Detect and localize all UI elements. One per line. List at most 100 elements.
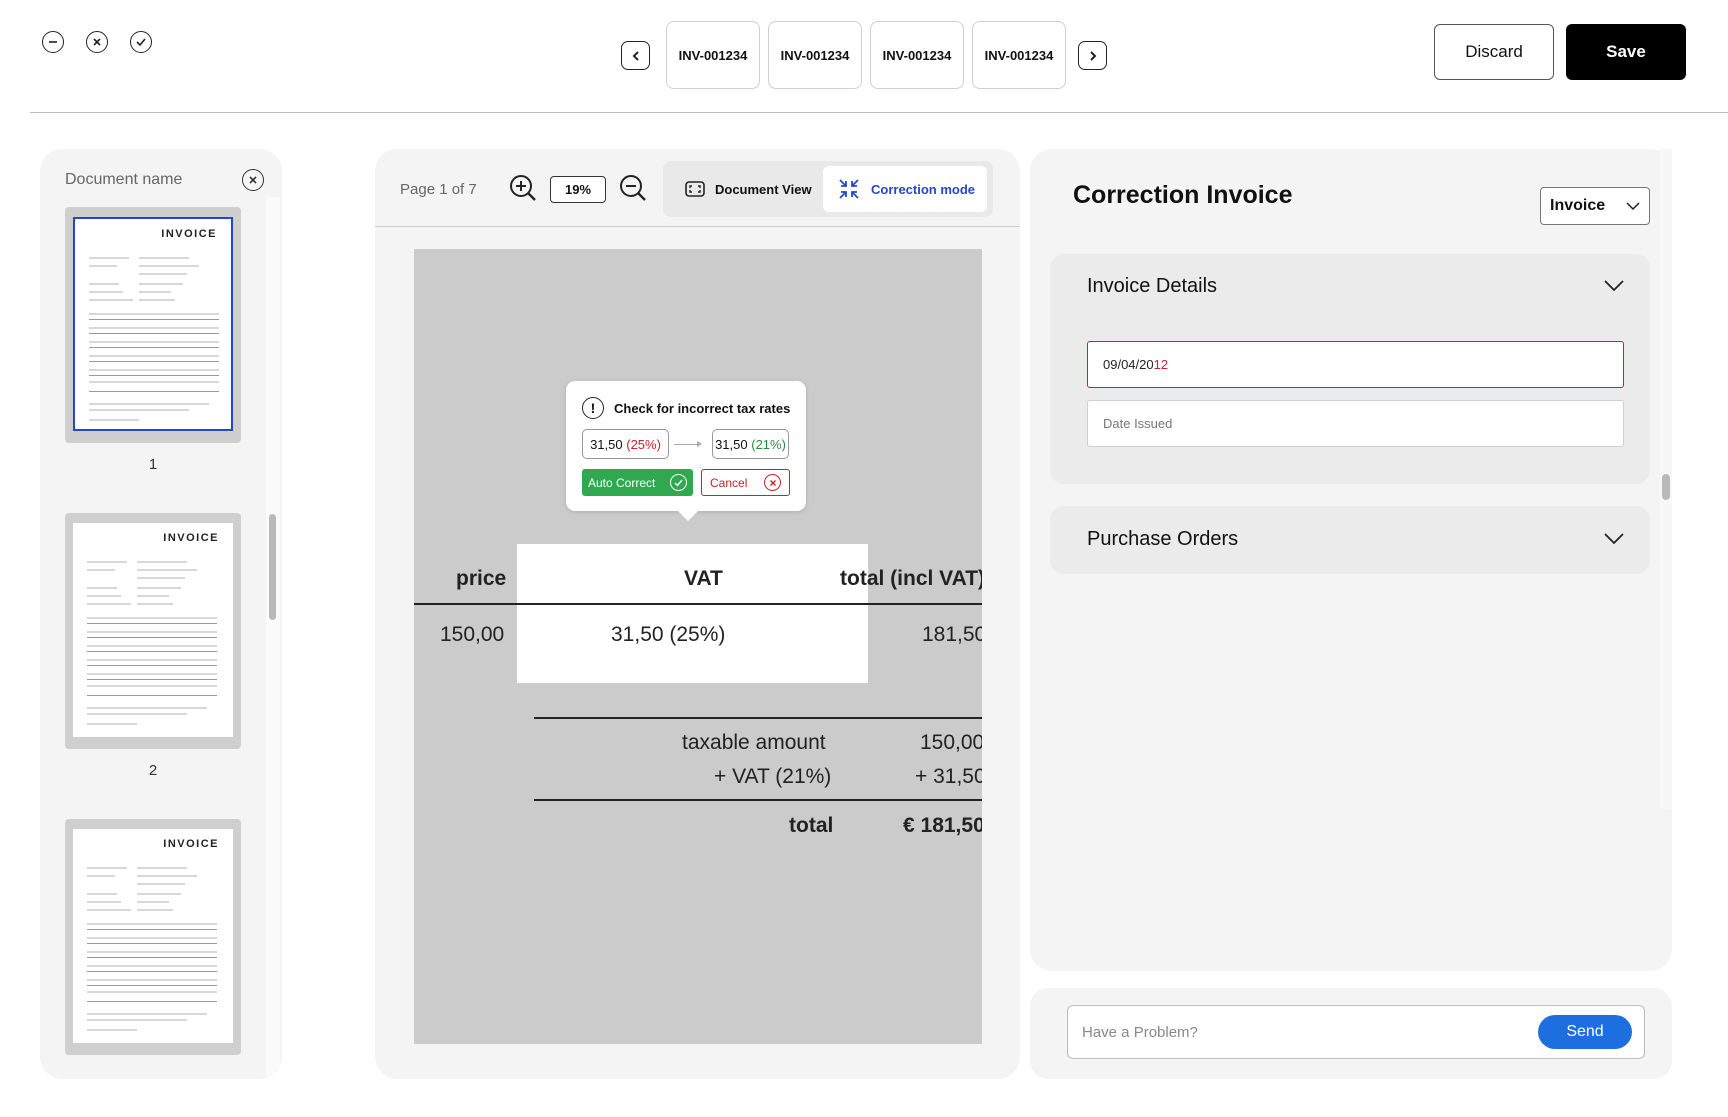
close-icon[interactable]: [86, 31, 108, 53]
corrected-rate: (21%): [751, 436, 786, 452]
view-mode-toggle: Document View Correction mode: [663, 161, 993, 217]
chevron-left-icon: [632, 50, 639, 61]
date-issued-field[interactable]: Date Issued: [1087, 400, 1624, 447]
row-total-value: 181,50: [922, 623, 982, 646]
thumbnail-title: INVOICE: [161, 228, 217, 240]
invoice-details-section: Invoice Details 09/04/20 12 Date Issued: [1050, 254, 1650, 484]
page-indicator: Page 1 of 7: [400, 181, 477, 198]
tax-rate-correction-popup: ! Check for incorrect tax rates 31,50 (2…: [566, 381, 806, 521]
invoice-details-title: Invoice Details: [1087, 275, 1218, 297]
row-price-value: 150,00: [440, 623, 505, 646]
save-button[interactable]: Save: [1566, 24, 1686, 80]
collapse-icon: [839, 179, 859, 199]
page-thumbnail[interactable]: INVOICE: [65, 513, 241, 749]
document-type-value: Invoice: [1550, 197, 1606, 214]
thumbnail-sidebar: Document name INVOICE 1 INVOICE 2 INVOIC…: [40, 149, 282, 1079]
table-header-rule: [414, 603, 982, 605]
chevron-down-icon[interactable]: [1604, 280, 1624, 292]
thumbnail-page-number: 1: [148, 456, 158, 473]
total-value: € 181,50: [903, 814, 982, 837]
thumbnail-page-number: 2: [148, 762, 158, 779]
popup-title: Check for incorrect tax rates: [614, 401, 791, 416]
corrected-value: 31,50 (21%): [712, 429, 789, 459]
total-rule: [534, 799, 982, 801]
thumbnail-title: INVOICE: [163, 532, 219, 544]
thumbnail-title: INVOICE: [163, 838, 219, 850]
document-tab-label: INV-001234: [882, 47, 952, 63]
document-tab[interactable]: INV-001234: [870, 21, 964, 89]
auto-correct-button[interactable]: Auto Correct: [582, 469, 693, 496]
document-view-label: Document View: [715, 181, 812, 197]
original-amount: 31,50: [590, 436, 623, 452]
purchase-orders-title: Purchase Orders: [1087, 528, 1239, 550]
chevron-down-icon: [1626, 202, 1640, 211]
auto-correct-label: Auto Correct: [588, 475, 656, 490]
panel-scrollbar[interactable]: [1662, 474, 1670, 500]
correction-mode-button[interactable]: Correction mode: [823, 166, 987, 212]
next-document-button[interactable]: [1078, 41, 1107, 70]
col-price-header: price: [456, 567, 507, 590]
vat-value: + 31,50: [915, 765, 982, 788]
document-tab[interactable]: INV-001234: [768, 21, 862, 89]
support-chat: Have a Problem? Send: [1030, 988, 1672, 1079]
discard-button[interactable]: Discard: [1434, 24, 1554, 80]
arrow-right-icon: [674, 441, 702, 447]
document-tab-label: INV-001234: [984, 47, 1054, 63]
date-value-field[interactable]: 09/04/20 12: [1087, 341, 1624, 388]
corrected-amount: 31,50: [715, 436, 748, 452]
close-sidebar-button[interactable]: [242, 169, 264, 191]
date-value-prefix: 09/04/20: [1103, 357, 1154, 372]
document-tab[interactable]: INV-001234: [972, 21, 1066, 89]
original-rate: (25%): [626, 436, 661, 452]
thumbnail-page: INVOICE: [73, 523, 233, 737]
highlighted-vat-cell[interactable]: [517, 544, 868, 683]
taxable-amount-label: taxable amount: [682, 731, 826, 754]
chevron-right-icon: [1089, 50, 1096, 61]
panel-title: Correction Invoice: [1073, 181, 1293, 209]
document-tab[interactable]: INV-001234: [666, 21, 760, 89]
zoom-out-icon[interactable]: [618, 173, 648, 203]
page-thumbnail[interactable]: INVOICE: [65, 819, 241, 1055]
header-divider: [30, 112, 1728, 113]
total-label: total: [789, 814, 834, 837]
prev-document-button[interactable]: [621, 41, 650, 70]
zoom-level-input[interactable]: 19%: [550, 176, 606, 203]
row-vat-value: 31,50 (25%): [611, 623, 726, 646]
document-name: Document name: [65, 171, 183, 188]
vat-label: + VAT (21%): [714, 765, 832, 788]
problem-input-placeholder: Have a Problem?: [1082, 1023, 1198, 1041]
zoom-in-icon[interactable]: [508, 173, 538, 203]
col-vat-header: VAT: [684, 567, 723, 590]
alert-icon: !: [582, 397, 604, 419]
cancel-correction-button[interactable]: Cancel: [701, 469, 790, 496]
minimize-icon[interactable]: [42, 31, 64, 53]
check-icon[interactable]: [130, 31, 152, 53]
thumbnail-page: INVOICE: [73, 217, 233, 431]
original-value: 31,50 (25%): [582, 429, 669, 459]
chevron-down-icon[interactable]: [1604, 533, 1624, 545]
close-circle-icon: [764, 474, 781, 491]
viewer-divider: [375, 226, 1020, 227]
cancel-label: Cancel: [710, 475, 748, 490]
thumbnail-scrollbar[interactable]: [269, 514, 276, 620]
summary-rule: [534, 717, 982, 719]
close-icon: [249, 176, 257, 184]
document-page: price VAT total (incl VAT) 150,00 31,50 …: [414, 249, 982, 1044]
correction-panel: Correction Invoice Invoice Invoice Detai…: [1030, 149, 1672, 971]
send-button[interactable]: Send: [1538, 1015, 1632, 1049]
date-value-error: 12: [1153, 357, 1169, 372]
problem-input[interactable]: Have a Problem? Send: [1067, 1005, 1645, 1059]
document-tab-label: INV-001234: [678, 47, 748, 63]
document-type-select[interactable]: Invoice: [1540, 187, 1650, 225]
thumbnail-scrollbar-track: [266, 197, 280, 1077]
check-circle-icon: [670, 474, 687, 491]
taxable-amount-value: 150,00: [920, 731, 982, 754]
document-tab-label: INV-001234: [780, 47, 850, 63]
document-viewer: Page 1 of 7 19% Document View Correction…: [375, 149, 1020, 1079]
page-thumbnail[interactable]: INVOICE: [65, 207, 241, 443]
col-total-header: total (incl VAT): [840, 567, 982, 590]
purchase-orders-section: Purchase Orders: [1050, 506, 1650, 574]
document-view-button[interactable]: Document View: [671, 166, 819, 212]
thumbnail-page: INVOICE: [73, 829, 233, 1043]
fullscreen-icon: [685, 181, 705, 197]
